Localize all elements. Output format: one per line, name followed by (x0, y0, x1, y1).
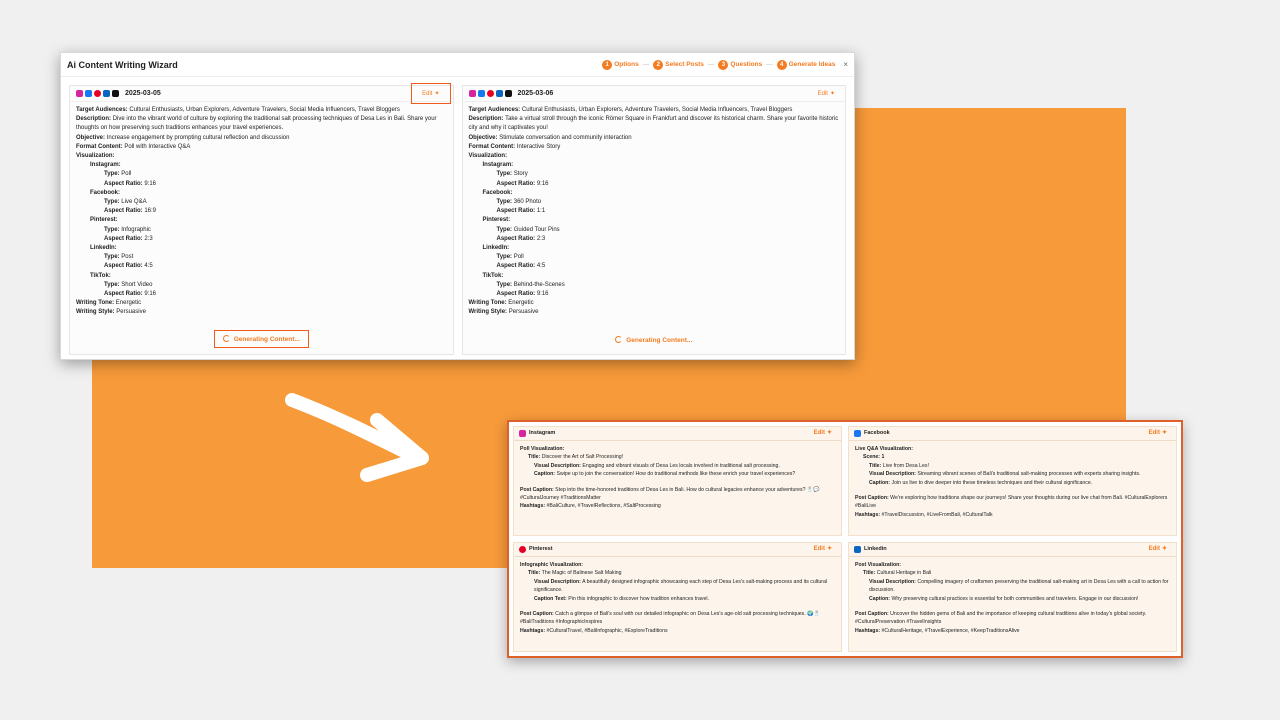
card-body: Live Q&A Visualization: Scene: 1 Title: … (855, 446, 1168, 518)
arrow-icon (285, 393, 429, 482)
spinner-icon (615, 336, 623, 343)
step-questions[interactable]: 3 Questions (718, 59, 762, 70)
edit-button[interactable]: Edit ✦ (814, 89, 839, 98)
card-title: Linkedin (864, 546, 887, 553)
card-title: Facebook (864, 430, 890, 437)
card-header: Facebook Edit ✦ (849, 427, 1176, 441)
card-pinterest: Pinterest Edit ✦ Infographic Visualizatio… (513, 542, 842, 652)
post-column-header: 2025-03-06 Edit ✦ (462, 86, 845, 102)
post-details: Target Audiences: Cultural Enthusiasts, … (468, 107, 839, 316)
card-facebook: Facebook Edit ✦ Live Q&A Visualization: S… (848, 426, 1177, 536)
wizard-steps: 1 Options — 2 Select Posts — 3 Questions — … (602, 59, 835, 70)
tiktok-icon (112, 90, 119, 97)
step-separator: — (766, 61, 773, 68)
edit-button[interactable]: Edit ✦ (411, 83, 451, 104)
generated-content-panel: Instagram Edit ✦ Poll Visualization: Titl… (507, 420, 1183, 658)
close-icon[interactable]: × (843, 60, 848, 69)
wizard-window: Ai Content Writing Wizard 1 Options — 2 Se… (60, 52, 855, 360)
card-title: Instagram (529, 430, 556, 437)
step-generate-ideas[interactable]: 4 Generate Ideas (776, 59, 835, 70)
sparkle-icon: ✦ (1161, 546, 1167, 553)
card-body: Post Visualization: Title: Cultural Heri… (855, 562, 1169, 634)
instagram-icon (76, 90, 83, 97)
step-options[interactable]: 1 Options (602, 59, 639, 70)
instagram-icon (468, 90, 476, 97)
card-header: Linkedin Edit ✦ (849, 543, 1176, 557)
tiktok-icon (504, 90, 512, 97)
step-separator: — (707, 61, 715, 68)
card-header: Instagram Edit ✦ (514, 427, 841, 441)
edit-button[interactable]: Edit ✦ (810, 428, 836, 438)
pinterest-icon (94, 90, 101, 97)
generating-status: Generating Content... (70, 330, 453, 348)
edit-button[interactable]: Edit ✦ (1145, 428, 1171, 438)
card-body: Infographic Visualization: Title: The Ma… (520, 562, 828, 634)
instagram-icon (519, 430, 526, 437)
post-date: 2025-03-05 (125, 90, 161, 97)
sparkle-icon: ✦ (829, 91, 835, 97)
pinterest-icon (519, 546, 526, 553)
wizard-title: Ai Content Writing Wizard (67, 59, 178, 70)
post-column-1: 2025-03-05 Edit ✦ Target Audiences: Cultu… (69, 83, 454, 355)
spinner-icon (222, 335, 230, 342)
step-select-posts[interactable]: 2 Select Posts (653, 59, 704, 70)
linkedin-icon (103, 90, 110, 97)
edit-button[interactable]: Edit ✦ (1145, 544, 1171, 554)
card-title: Pinterest (529, 546, 553, 553)
sparkle-icon: ✦ (826, 546, 832, 553)
pinterest-icon (486, 90, 494, 97)
linkedin-icon (854, 546, 861, 553)
linkedin-icon (495, 90, 503, 97)
wizard-header: Ai Content Writing Wizard 1 Options — 2 Se… (61, 53, 854, 77)
post-details: Target Audiences: Cultural Enthusiasts, … (76, 107, 437, 316)
sparkle-icon: ✦ (1161, 430, 1167, 437)
post-date: 2025-03-06 (517, 90, 554, 97)
facebook-icon (85, 90, 92, 97)
post-column-2: 2025-03-06 Edit ✦ Target Audiences: Cultu… (461, 85, 846, 355)
sparkle-icon: ✦ (826, 430, 832, 437)
facebook-icon (477, 90, 485, 97)
card-instagram: Instagram Edit ✦ Poll Visualization: Titl… (513, 426, 842, 536)
card-linkedin: Linkedin Edit ✦ Post Visualization: Title… (848, 542, 1177, 652)
generating-status: Generating Content... (463, 332, 846, 348)
card-body: Poll Visualization: Title: Discover the … (520, 446, 820, 510)
sparkle-icon: ✦ (434, 91, 440, 97)
facebook-icon (854, 430, 861, 437)
edit-button[interactable]: Edit ✦ (810, 544, 836, 554)
step-separator: — (642, 61, 650, 68)
card-header: Pinterest Edit ✦ (514, 543, 841, 557)
post-column-header: 2025-03-05 Edit ✦ (70, 83, 453, 104)
